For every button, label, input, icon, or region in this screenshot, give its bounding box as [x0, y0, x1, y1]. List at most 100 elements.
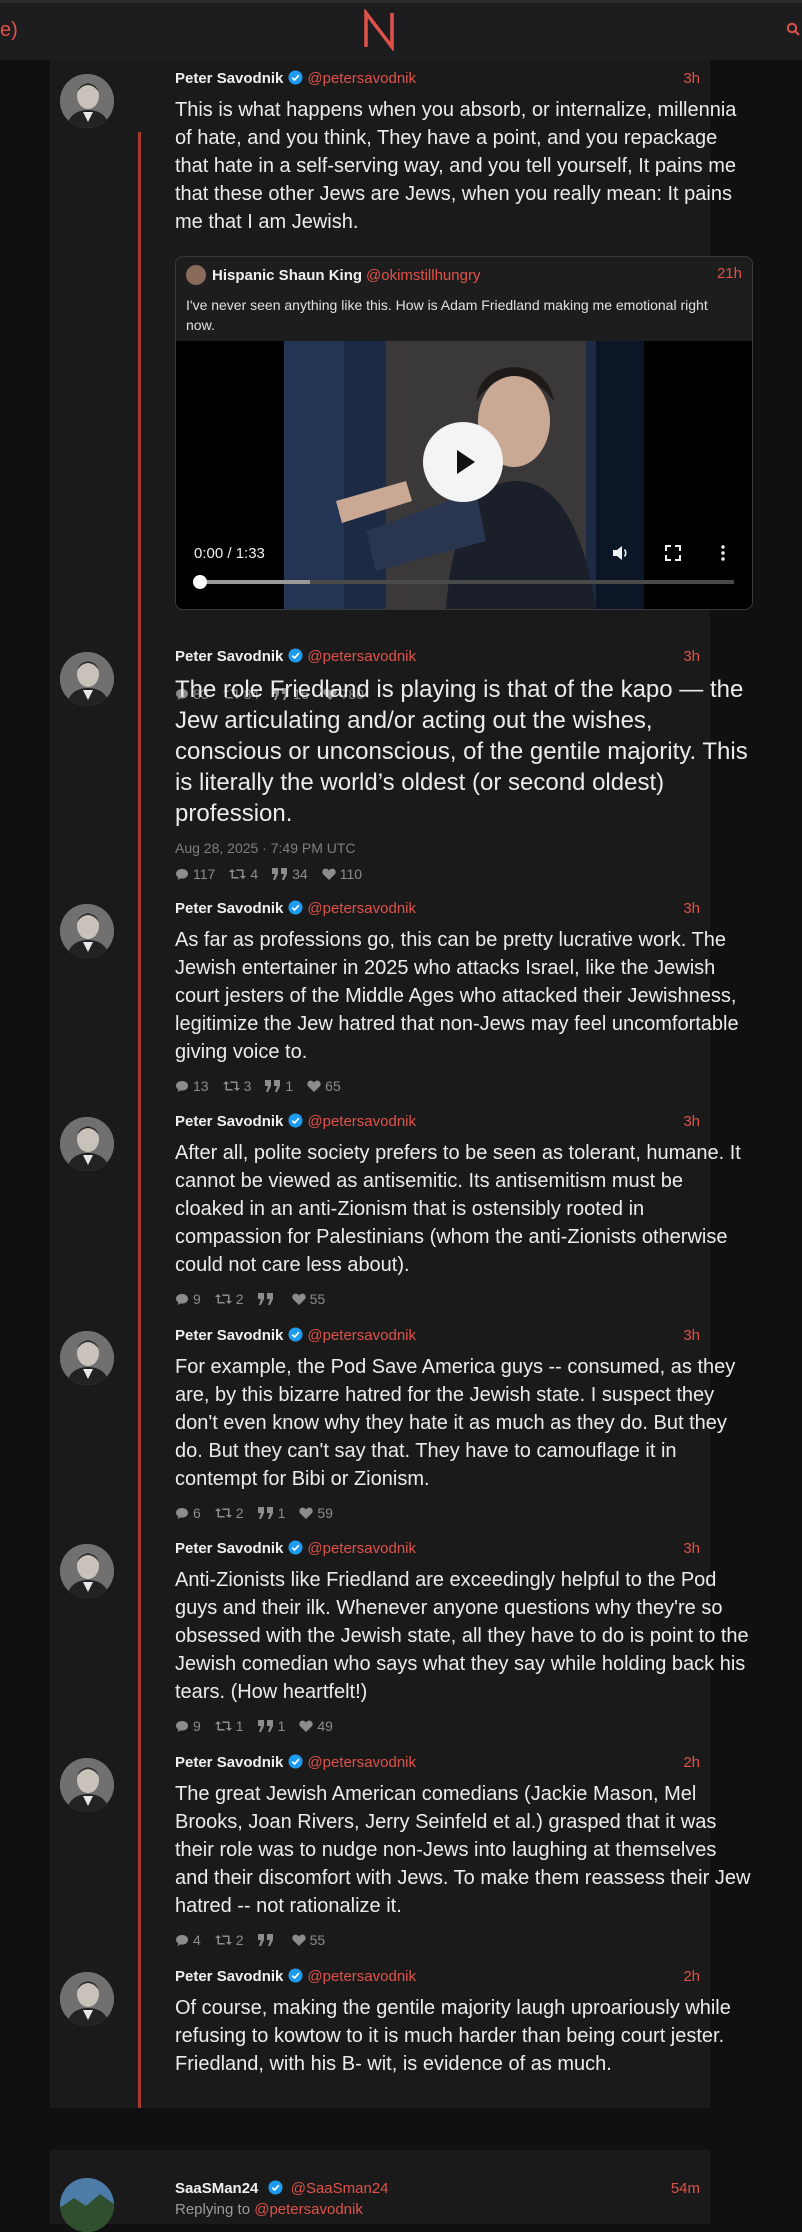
tweet[interactable]: Peter Savodnik @petersavodnik 3h The role…: [50, 648, 748, 882]
reply-count[interactable]: 9: [175, 1718, 201, 1734]
avatar[interactable]: [60, 904, 114, 958]
fullscreen-icon[interactable]: [665, 545, 681, 561]
tweet-time[interactable]: 2h: [683, 1968, 700, 1985]
tweet-time[interactable]: 3h: [683, 648, 700, 665]
author-handle[interactable]: @SaaSman24: [291, 2180, 389, 2197]
author-handle[interactable]: @petersavodnik: [307, 900, 416, 917]
author-handle[interactable]: @petersavodnik: [307, 1754, 416, 1771]
avatar[interactable]: [60, 1117, 114, 1171]
reply-count[interactable]: 4: [175, 1932, 201, 1948]
author-name[interactable]: SaaSMan24: [175, 2180, 258, 2197]
reply-count[interactable]: 6: [175, 1505, 201, 1521]
tweet-text: After all, polite society prefers to be …: [175, 1142, 741, 1276]
author-name[interactable]: Peter Savodnik: [175, 1968, 283, 1985]
retweet-icon: [229, 869, 247, 879]
avatar[interactable]: [60, 1331, 114, 1385]
volume-icon[interactable]: [612, 545, 630, 561]
avatar[interactable]: [60, 1758, 114, 1812]
retweet-count-value: 1: [235, 1718, 244, 1734]
reply-count-value: 117: [193, 866, 216, 882]
tweet-time[interactable]: 3h: [683, 70, 700, 87]
quote-count[interactable]: [257, 1932, 278, 1948]
quote-count[interactable]: [257, 1291, 278, 1307]
like-count-value: 49: [317, 1718, 333, 1734]
avatar[interactable]: [60, 74, 114, 128]
author-handle[interactable]: @petersavodnik: [307, 1968, 416, 1985]
verified-badge-icon: [288, 1754, 303, 1769]
retweet-count[interactable]: 2: [214, 1291, 244, 1307]
tweet-time[interactable]: 2h: [683, 1754, 700, 1771]
tweet[interactable]: Peter Savodnik @petersavodnik 3h Anti-Zio…: [50, 1540, 749, 1740]
tweet-date[interactable]: Aug 28, 2025 · 7:49 PM UTC: [175, 840, 356, 856]
quote-time[interactable]: 21h: [717, 265, 742, 282]
quote-count[interactable]: 1: [257, 1718, 285, 1734]
tweet[interactable]: Peter Savodnik @petersavodnik 3h As far a…: [50, 900, 739, 1100]
like-count[interactable]: 110: [322, 866, 362, 882]
quote-author-handle[interactable]: @okimstillhungry: [366, 267, 480, 284]
retweet-count[interactable]: 4: [229, 866, 258, 882]
tweet[interactable]: Peter Savodnik @petersavodnik 3h After al…: [50, 1113, 741, 1313]
tweet[interactable]: Peter Savodnik @petersavodnik 3h For exam…: [50, 1327, 735, 1527]
quote-author-name[interactable]: Hispanic Shaun King: [212, 267, 362, 284]
like-count[interactable]: 55: [291, 1932, 325, 1948]
like-count[interactable]: 49: [299, 1718, 333, 1734]
quoted-tweet[interactable]: Hispanic Shaun King @okimstillhungry 21h …: [175, 256, 753, 610]
author-handle[interactable]: @petersavodnik: [307, 70, 416, 87]
retweet-count[interactable]: 2: [214, 1932, 244, 1948]
author-name[interactable]: Peter Savodnik: [175, 900, 283, 917]
avatar[interactable]: [60, 1972, 114, 2026]
tweet[interactable]: Peter Savodnik @petersavodnik 3h This is …: [50, 70, 753, 702]
reply-count[interactable]: 13: [175, 1078, 209, 1094]
author-name[interactable]: Peter Savodnik: [175, 1113, 283, 1130]
quote-count[interactable]: 1: [265, 1078, 293, 1094]
reply-icon: [176, 1080, 188, 1092]
tweet-stats: 9 1 1 49: [175, 1718, 333, 1734]
retweet-count[interactable]: 1: [214, 1718, 244, 1734]
author-name[interactable]: Peter Savodnik: [175, 70, 283, 87]
video-player[interactable]: 0:00 / 1:33: [176, 341, 752, 609]
verified-badge-icon: [268, 2180, 283, 2195]
like-count[interactable]: 55: [291, 1291, 325, 1307]
quote-header: Hispanic Shaun King @okimstillhungry: [186, 265, 480, 285]
retweet-count[interactable]: 3: [222, 1078, 251, 1094]
quote-count[interactable]: 34: [272, 866, 308, 882]
nav-fragment[interactable]: e): [0, 19, 18, 42]
like-count[interactable]: 59: [299, 1505, 333, 1521]
author-handle[interactable]: @petersavodnik: [307, 1327, 416, 1344]
reply-count[interactable]: 117: [175, 866, 215, 882]
quote-icon: [272, 868, 288, 880]
tweet-header: Peter Savodnik @petersavodnik: [175, 1754, 416, 1772]
author-handle[interactable]: @petersavodnik: [307, 1540, 416, 1557]
avatar[interactable]: [60, 652, 114, 706]
author-handle[interactable]: @petersavodnik: [307, 1113, 416, 1130]
search-icon[interactable]: [786, 22, 800, 36]
play-button[interactable]: [423, 422, 503, 502]
author-handle[interactable]: @petersavodnik: [307, 648, 416, 665]
like-count[interactable]: 65: [307, 1078, 341, 1094]
tweet-header: Peter Savodnik @petersavodnik: [175, 1327, 416, 1345]
video-scrubber-handle[interactable]: [193, 575, 207, 589]
heart-icon: [307, 1080, 321, 1092]
reply-tweet[interactable]: SaaSMan24 @SaaSman24 54m Replying to @pe…: [50, 2150, 710, 2232]
author-name[interactable]: Peter Savodnik: [175, 648, 283, 665]
author-name[interactable]: Peter Savodnik: [175, 1540, 283, 1557]
tweet-time[interactable]: 54m: [671, 2180, 700, 2197]
retweet-count[interactable]: 2: [214, 1505, 244, 1521]
author-name[interactable]: Peter Savodnik: [175, 1754, 283, 1771]
more-options-icon[interactable]: [720, 545, 726, 561]
quote-count[interactable]: 1: [257, 1505, 285, 1521]
tweet-time[interactable]: 3h: [683, 1540, 700, 1557]
reply-count[interactable]: 9: [175, 1291, 201, 1307]
replying-to-handle[interactable]: @petersavodnik: [254, 2201, 363, 2218]
tweet[interactable]: Peter Savodnik @petersavodnik 2h The grea…: [50, 1754, 750, 1954]
verified-badge-icon: [288, 1968, 303, 1983]
avatar[interactable]: [60, 1544, 114, 1598]
thread-separator: [0, 2108, 802, 2150]
n-logo-icon[interactable]: [362, 9, 396, 51]
tweet-time[interactable]: 3h: [683, 1113, 700, 1130]
author-name[interactable]: Peter Savodnik: [175, 1327, 283, 1344]
tweet-time[interactable]: 3h: [683, 1327, 700, 1344]
tweet-time[interactable]: 3h: [683, 900, 700, 917]
retweet-count-value: 2: [235, 1932, 244, 1948]
quote-avatar[interactable]: [186, 265, 206, 285]
